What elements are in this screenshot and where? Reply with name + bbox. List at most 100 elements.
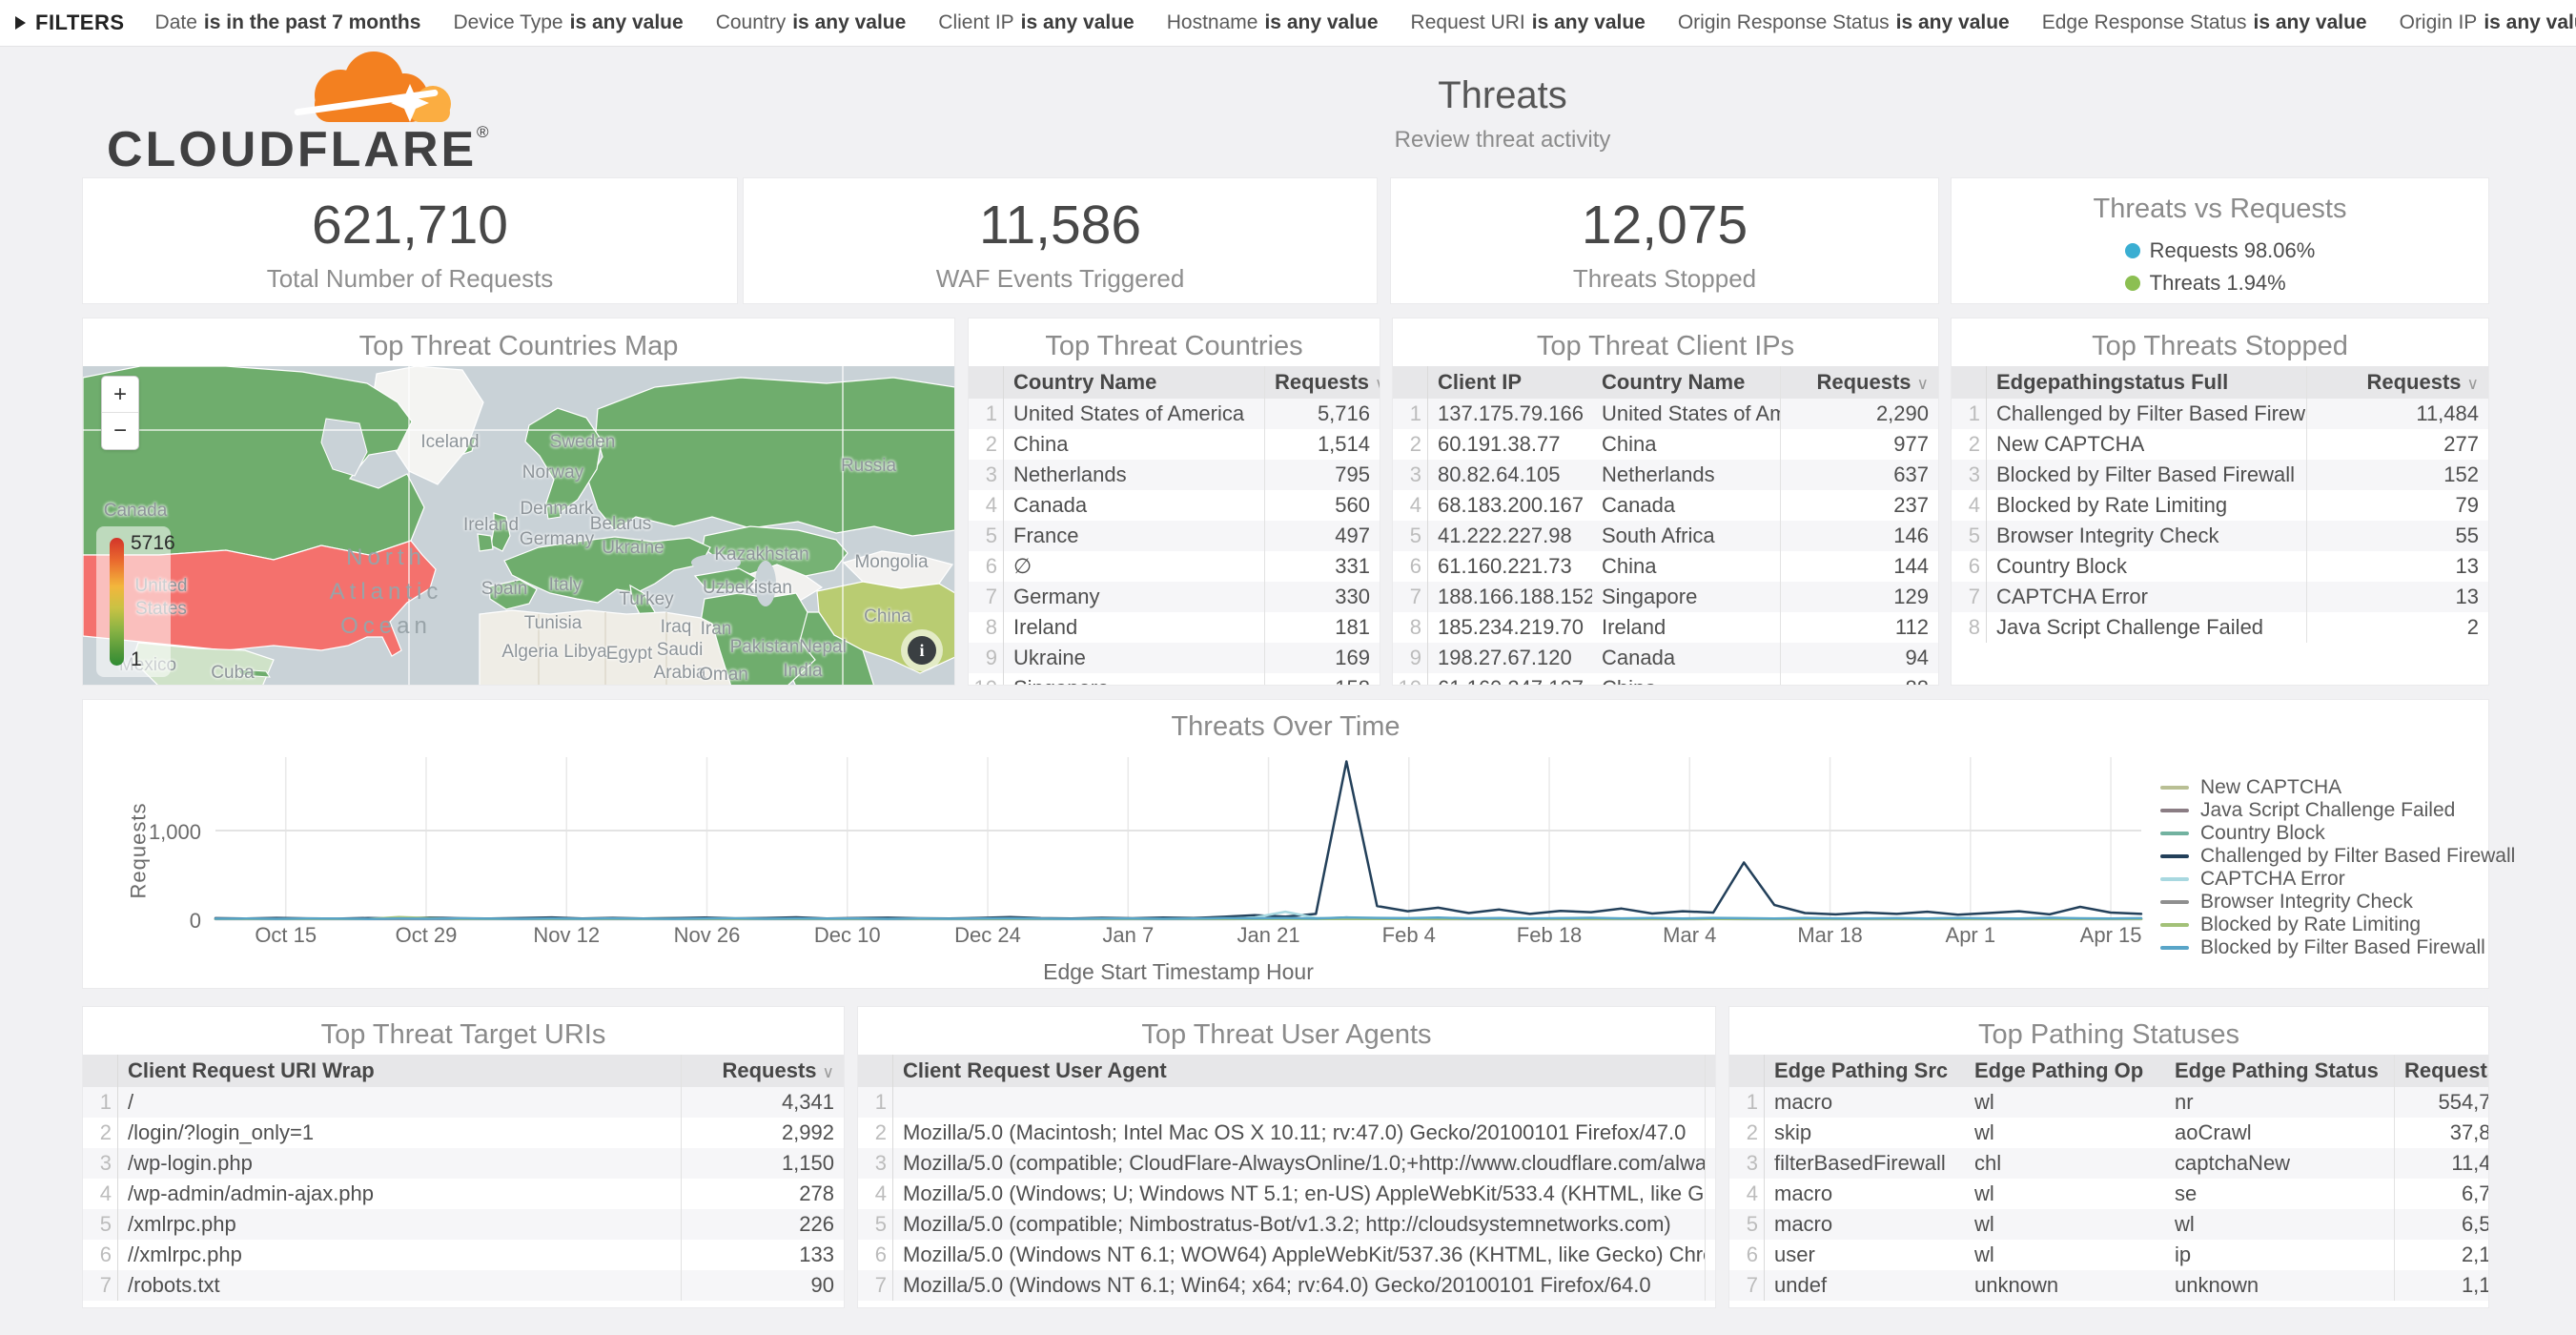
row-number: 8: [969, 612, 1004, 643]
column-header[interactable]: Requests∨: [2307, 366, 2489, 399]
filter-chip[interactable]: Device Typeis any value: [453, 11, 683, 34]
x-tick-label: Nov 26: [674, 923, 741, 947]
column-header[interactable]: Edge Pathing Op: [1965, 1055, 2165, 1087]
legend-label: Challenged by Filter Based Firewall: [2200, 845, 2515, 868]
row-number: 6: [1952, 551, 1987, 582]
y-tick-1000: 1,000: [115, 820, 201, 845]
row-number: 4: [1729, 1179, 1765, 1209]
x-tick-label: Apr 15: [2080, 923, 2142, 947]
table-cell: 181: [1265, 612, 1380, 643]
table-cell: 331: [1265, 551, 1380, 582]
column-header[interactable]: Edge Pathing Src: [1765, 1055, 1966, 1087]
top-threats-stopped-table: Edgepathingstatus FullRequests∨1Challeng…: [1952, 366, 2488, 685]
table-row: 4Canada560: [969, 490, 1380, 521]
column-header[interactable]: Client Request URI Wrap: [118, 1055, 682, 1087]
world-map[interactable]: [83, 366, 954, 685]
table-row: 2Mozilla/5.0 (Macintosh; Intel Mac OS X …: [858, 1118, 1715, 1148]
map-country-denmark[interactable]: [546, 504, 561, 519]
x-tick-label: Dec 10: [814, 923, 881, 947]
row-number: 5: [83, 1209, 118, 1240]
filter-value: is any value: [1021, 11, 1135, 33]
filter-chip[interactable]: Edge Response Statusis any value: [2042, 11, 2367, 34]
map-country-russia[interactable]: [588, 378, 954, 536]
filter-value: is in the past 7 months: [204, 11, 421, 33]
filters-toggle[interactable]: FILTERS: [15, 10, 125, 35]
table-cell: China: [1004, 429, 1265, 460]
column-header[interactable]: Edgepathingstatus Full: [1987, 366, 2307, 399]
column-header[interactable]: Client IP: [1428, 366, 1593, 399]
row-number: 8: [1952, 612, 1987, 643]
clipped-column: [1706, 1055, 1716, 1087]
table-cell: macro: [1765, 1179, 1966, 1209]
column-header[interactable]: Country Name: [1592, 366, 1781, 399]
table-row: 1United States of America5,716: [969, 399, 1380, 429]
map-viewport: North Atlantic Ocean CanadaUnited States…: [83, 366, 954, 685]
row-number: 1: [1952, 399, 1987, 429]
row-number-header: [858, 1055, 893, 1087]
filter-chip[interactable]: Request URIis any value: [1411, 11, 1646, 34]
table-row: 6Mozilla/5.0 (Windows NT 6.1; WOW64) App…: [858, 1240, 1715, 1270]
table-cell: 277: [2307, 429, 2489, 460]
table-cell: Blocked by Filter Based Firewall: [1987, 460, 2307, 490]
series-line: [215, 762, 2141, 919]
x-tick-label: Feb 4: [1382, 923, 1436, 947]
legend-label: Threats 1.94%: [2150, 271, 2286, 296]
table-cell: Canada: [1592, 490, 1781, 521]
table-cell: Browser Integrity Check: [1987, 521, 2307, 551]
zoom-in-button[interactable]: +: [102, 377, 138, 413]
map-country-ireland[interactable]: [478, 534, 493, 551]
table-cell: wl: [1965, 1179, 2165, 1209]
row-number: 4: [1393, 490, 1428, 521]
threats-over-time-chart[interactable]: Oct 15Oct 29Nov 12Nov 26Dec 10Dec 24Jan …: [83, 700, 2488, 988]
table-cell: Mozilla/5.0 (Windows; U; Windows NT 5.1;…: [893, 1179, 1706, 1209]
table-cell: United States of America: [1592, 399, 1781, 429]
table-cell: Mozilla/5.0 (Windows NT 6.1; WOW64) Appl…: [893, 1240, 1706, 1270]
column-header[interactable]: Client Request User Agent: [893, 1055, 1706, 1087]
row-number: 3: [83, 1148, 118, 1179]
filter-chip[interactable]: Origin IPis any value: [2400, 11, 2576, 34]
row-number: 7: [1952, 582, 1987, 612]
filter-chip[interactable]: Origin Response Statusis any value: [1678, 11, 2010, 34]
filter-bar: FILTERS Dateis in the past 7 months Devic…: [0, 0, 2576, 47]
kpi-card-threats-stopped: 12,075 Threats Stopped: [1390, 177, 1939, 304]
zoom-out-button[interactable]: −: [102, 413, 138, 449]
table-row: 9198.27.67.120Canada94: [1393, 643, 1938, 673]
card-title: Top Threats Stopped: [1952, 318, 2488, 362]
row-number: 4: [83, 1179, 118, 1209]
sort-desc-icon: ∨: [1375, 375, 1380, 393]
column-header[interactable]: Requests∨: [2395, 1055, 2489, 1087]
table-cell: 68.183.200.167: [1428, 490, 1593, 521]
column-header[interactable]: Requests∨: [682, 1055, 845, 1087]
column-header[interactable]: Country Name: [1004, 366, 1265, 399]
filter-chip[interactable]: Hostnameis any value: [1167, 11, 1379, 34]
filter-chip[interactable]: Countryis any value: [716, 11, 907, 34]
column-header[interactable]: Edge Pathing Status: [2165, 1055, 2395, 1087]
table-cell: unknown: [1965, 1270, 2165, 1301]
row-number-header: [1393, 366, 1428, 399]
sort-desc-icon: ∨: [823, 1063, 834, 1081]
filter-chip[interactable]: Dateis in the past 7 months: [155, 11, 421, 34]
legend-label: New CAPTCHA: [2200, 776, 2341, 799]
legend-item: Requests 98.06%: [2125, 238, 2316, 263]
table-row: 1macrowlnr554,758: [1729, 1087, 2488, 1118]
table-cell: nr: [2165, 1087, 2395, 1118]
row-number: 9: [969, 643, 1004, 673]
column-header[interactable]: Requests∨: [1781, 366, 1939, 399]
map-info-button[interactable]: i: [901, 629, 943, 671]
row-number: 6: [969, 551, 1004, 582]
clipped-cell: [1706, 1148, 1716, 1179]
filter-field: Client IP: [938, 11, 1013, 33]
row-number: 1: [1393, 399, 1428, 429]
row-number: 2: [1729, 1118, 1765, 1148]
table-cell: 226: [682, 1209, 845, 1240]
row-number: 6: [1393, 551, 1428, 582]
legend-label: Blocked by Rate Limiting: [2200, 914, 2421, 936]
table-row: 6userwlip2,107: [1729, 1240, 2488, 1270]
table-cell: //xmlrpc.php: [118, 1240, 682, 1270]
x-tick-label: Dec 24: [954, 923, 1021, 947]
legend-item: Browser Integrity Check: [2160, 891, 2515, 914]
table-row: 8Java Script Challenge Failed2: [1952, 612, 2488, 643]
column-header[interactable]: Requests∨: [1265, 366, 1380, 399]
table-cell: 6,595: [2395, 1209, 2489, 1240]
filter-chip[interactable]: Client IP is any value: [938, 11, 1134, 34]
